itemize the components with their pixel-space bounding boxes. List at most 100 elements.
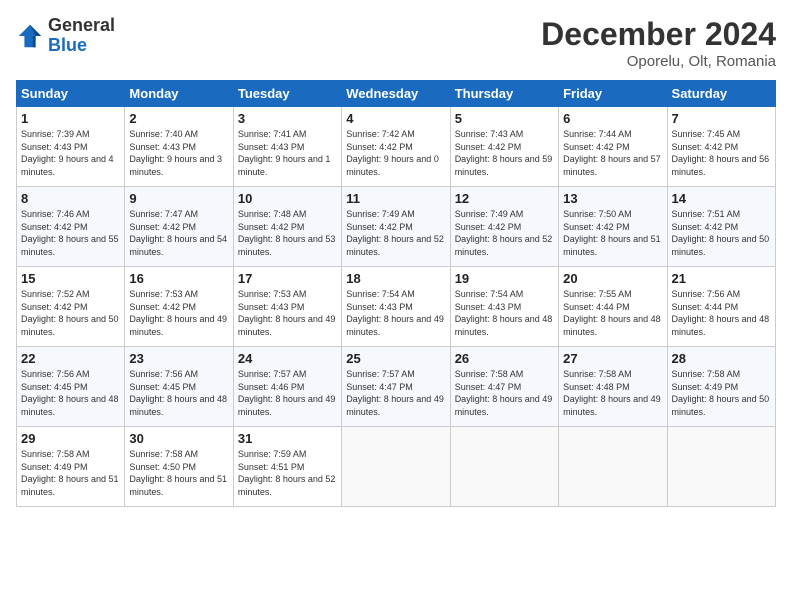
day-info: Sunrise: 7:59 AM Sunset: 4:51 PM Dayligh…: [238, 449, 336, 497]
day-number: 31: [238, 431, 337, 446]
day-number: 13: [563, 191, 662, 206]
day-number: 25: [346, 351, 445, 366]
day-number: 12: [455, 191, 554, 206]
calendar-day-cell: 2 Sunrise: 7:40 AM Sunset: 4:43 PM Dayli…: [125, 107, 233, 187]
calendar-day-cell: 1 Sunrise: 7:39 AM Sunset: 4:43 PM Dayli…: [17, 107, 125, 187]
calendar-day-cell: 31 Sunrise: 7:59 AM Sunset: 4:51 PM Dayl…: [233, 427, 341, 507]
logo-general-text: General: [48, 16, 115, 36]
day-number: 21: [672, 271, 771, 286]
day-info: Sunrise: 7:49 AM Sunset: 4:42 PM Dayligh…: [455, 209, 553, 257]
calendar-day-cell: 18 Sunrise: 7:54 AM Sunset: 4:43 PM Dayl…: [342, 267, 450, 347]
day-info: Sunrise: 7:42 AM Sunset: 4:42 PM Dayligh…: [346, 129, 439, 177]
day-number: 29: [21, 431, 120, 446]
day-info: Sunrise: 7:56 AM Sunset: 4:45 PM Dayligh…: [129, 369, 227, 417]
calendar-day-cell: 20 Sunrise: 7:55 AM Sunset: 4:44 PM Dayl…: [559, 267, 667, 347]
calendar-day-cell: 16 Sunrise: 7:53 AM Sunset: 4:42 PM Dayl…: [125, 267, 233, 347]
day-info: Sunrise: 7:52 AM Sunset: 4:42 PM Dayligh…: [21, 289, 119, 337]
weekday-header: Wednesday: [342, 81, 450, 107]
calendar-day-cell: 9 Sunrise: 7:47 AM Sunset: 4:42 PM Dayli…: [125, 187, 233, 267]
calendar-day-cell: 3 Sunrise: 7:41 AM Sunset: 4:43 PM Dayli…: [233, 107, 341, 187]
day-number: 28: [672, 351, 771, 366]
calendar-day-cell: 5 Sunrise: 7:43 AM Sunset: 4:42 PM Dayli…: [450, 107, 558, 187]
calendar-week-row: 29 Sunrise: 7:58 AM Sunset: 4:49 PM Dayl…: [17, 427, 776, 507]
calendar-day-cell: 30 Sunrise: 7:58 AM Sunset: 4:50 PM Dayl…: [125, 427, 233, 507]
weekday-header: Tuesday: [233, 81, 341, 107]
weekday-header: Thursday: [450, 81, 558, 107]
day-number: 9: [129, 191, 228, 206]
calendar-day-cell: 22 Sunrise: 7:56 AM Sunset: 4:45 PM Dayl…: [17, 347, 125, 427]
weekday-header: Friday: [559, 81, 667, 107]
weekday-header: Sunday: [17, 81, 125, 107]
day-number: 22: [21, 351, 120, 366]
day-number: 3: [238, 111, 337, 126]
day-info: Sunrise: 7:58 AM Sunset: 4:48 PM Dayligh…: [563, 369, 661, 417]
calendar-table: SundayMondayTuesdayWednesdayThursdayFrid…: [16, 80, 776, 507]
calendar-day-cell: [342, 427, 450, 507]
calendar-day-cell: [450, 427, 558, 507]
day-number: 15: [21, 271, 120, 286]
day-number: 16: [129, 271, 228, 286]
calendar-day-cell: 19 Sunrise: 7:54 AM Sunset: 4:43 PM Dayl…: [450, 267, 558, 347]
weekday-header: Saturday: [667, 81, 775, 107]
calendar-day-cell: 4 Sunrise: 7:42 AM Sunset: 4:42 PM Dayli…: [342, 107, 450, 187]
calendar-day-cell: 17 Sunrise: 7:53 AM Sunset: 4:43 PM Dayl…: [233, 267, 341, 347]
day-number: 1: [21, 111, 120, 126]
logo-icon: [16, 22, 44, 50]
day-number: 30: [129, 431, 228, 446]
day-number: 8: [21, 191, 120, 206]
logo: General Blue: [16, 16, 115, 56]
day-info: Sunrise: 7:49 AM Sunset: 4:42 PM Dayligh…: [346, 209, 444, 257]
calendar-day-cell: 26 Sunrise: 7:58 AM Sunset: 4:47 PM Dayl…: [450, 347, 558, 427]
calendar-week-row: 15 Sunrise: 7:52 AM Sunset: 4:42 PM Dayl…: [17, 267, 776, 347]
day-number: 4: [346, 111, 445, 126]
calendar-day-cell: 12 Sunrise: 7:49 AM Sunset: 4:42 PM Dayl…: [450, 187, 558, 267]
day-info: Sunrise: 7:46 AM Sunset: 4:42 PM Dayligh…: [21, 209, 119, 257]
day-info: Sunrise: 7:54 AM Sunset: 4:43 PM Dayligh…: [455, 289, 553, 337]
calendar-week-row: 1 Sunrise: 7:39 AM Sunset: 4:43 PM Dayli…: [17, 107, 776, 187]
calendar-day-cell: 15 Sunrise: 7:52 AM Sunset: 4:42 PM Dayl…: [17, 267, 125, 347]
day-info: Sunrise: 7:51 AM Sunset: 4:42 PM Dayligh…: [672, 209, 770, 257]
day-info: Sunrise: 7:47 AM Sunset: 4:42 PM Dayligh…: [129, 209, 227, 257]
day-info: Sunrise: 7:56 AM Sunset: 4:44 PM Dayligh…: [672, 289, 770, 337]
day-info: Sunrise: 7:43 AM Sunset: 4:42 PM Dayligh…: [455, 129, 553, 177]
day-number: 19: [455, 271, 554, 286]
calendar-day-cell: 13 Sunrise: 7:50 AM Sunset: 4:42 PM Dayl…: [559, 187, 667, 267]
calendar-day-cell: [559, 427, 667, 507]
day-number: 10: [238, 191, 337, 206]
day-info: Sunrise: 7:56 AM Sunset: 4:45 PM Dayligh…: [21, 369, 119, 417]
day-info: Sunrise: 7:53 AM Sunset: 4:43 PM Dayligh…: [238, 289, 336, 337]
day-info: Sunrise: 7:50 AM Sunset: 4:42 PM Dayligh…: [563, 209, 661, 257]
day-info: Sunrise: 7:48 AM Sunset: 4:42 PM Dayligh…: [238, 209, 336, 257]
day-info: Sunrise: 7:57 AM Sunset: 4:47 PM Dayligh…: [346, 369, 444, 417]
day-number: 17: [238, 271, 337, 286]
calendar-day-cell: 27 Sunrise: 7:58 AM Sunset: 4:48 PM Dayl…: [559, 347, 667, 427]
day-number: 26: [455, 351, 554, 366]
day-number: 27: [563, 351, 662, 366]
calendar-week-row: 22 Sunrise: 7:56 AM Sunset: 4:45 PM Dayl…: [17, 347, 776, 427]
day-info: Sunrise: 7:40 AM Sunset: 4:43 PM Dayligh…: [129, 129, 222, 177]
calendar-day-cell: 11 Sunrise: 7:49 AM Sunset: 4:42 PM Dayl…: [342, 187, 450, 267]
day-info: Sunrise: 7:39 AM Sunset: 4:43 PM Dayligh…: [21, 129, 114, 177]
day-info: Sunrise: 7:57 AM Sunset: 4:46 PM Dayligh…: [238, 369, 336, 417]
day-info: Sunrise: 7:58 AM Sunset: 4:50 PM Dayligh…: [129, 449, 227, 497]
weekday-header: Monday: [125, 81, 233, 107]
calendar-day-cell: 29 Sunrise: 7:58 AM Sunset: 4:49 PM Dayl…: [17, 427, 125, 507]
day-number: 5: [455, 111, 554, 126]
day-number: 7: [672, 111, 771, 126]
calendar-day-cell: 23 Sunrise: 7:56 AM Sunset: 4:45 PM Dayl…: [125, 347, 233, 427]
day-info: Sunrise: 7:55 AM Sunset: 4:44 PM Dayligh…: [563, 289, 661, 337]
calendar-week-row: 8 Sunrise: 7:46 AM Sunset: 4:42 PM Dayli…: [17, 187, 776, 267]
day-info: Sunrise: 7:41 AM Sunset: 4:43 PM Dayligh…: [238, 129, 331, 177]
day-info: Sunrise: 7:54 AM Sunset: 4:43 PM Dayligh…: [346, 289, 444, 337]
day-number: 11: [346, 191, 445, 206]
weekday-row: SundayMondayTuesdayWednesdayThursdayFrid…: [17, 81, 776, 107]
day-number: 24: [238, 351, 337, 366]
calendar-day-cell: 25 Sunrise: 7:57 AM Sunset: 4:47 PM Dayl…: [342, 347, 450, 427]
calendar-body: 1 Sunrise: 7:39 AM Sunset: 4:43 PM Dayli…: [17, 107, 776, 507]
day-number: 2: [129, 111, 228, 126]
day-number: 23: [129, 351, 228, 366]
day-info: Sunrise: 7:44 AM Sunset: 4:42 PM Dayligh…: [563, 129, 661, 177]
calendar-day-cell: 24 Sunrise: 7:57 AM Sunset: 4:46 PM Dayl…: [233, 347, 341, 427]
logo-blue-text: Blue: [48, 36, 115, 56]
calendar-day-cell: 8 Sunrise: 7:46 AM Sunset: 4:42 PM Dayli…: [17, 187, 125, 267]
